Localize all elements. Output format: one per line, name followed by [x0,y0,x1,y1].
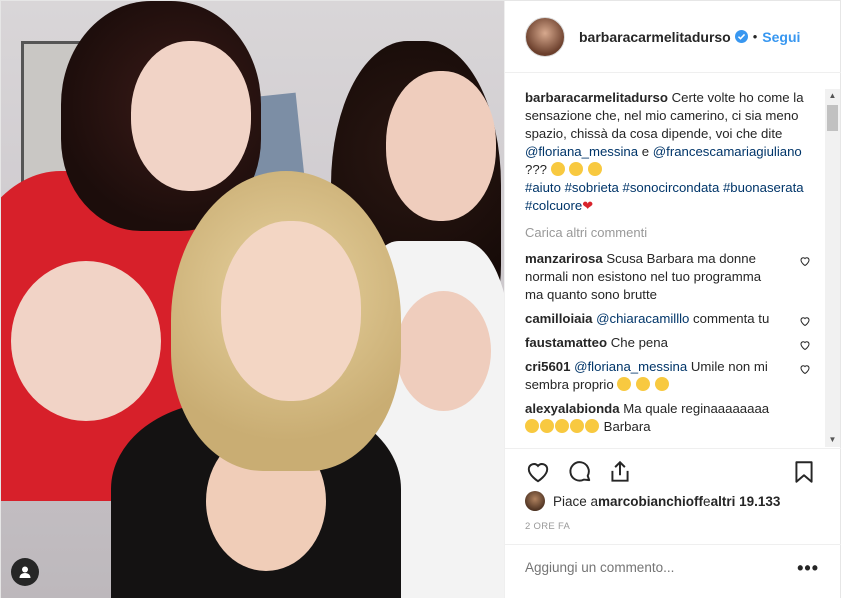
comment-username[interactable]: cri5601 [525,359,570,374]
laughing-emoji-icon [570,419,584,433]
post-photo[interactable] [1,1,504,598]
share-icon[interactable] [607,459,633,485]
post-header: barbaracarmelitadurso • Segui [505,1,841,73]
comment-icon[interactable] [567,459,593,485]
user-tag-icon[interactable] [11,558,39,586]
scroll-down-arrow-icon[interactable]: ▼ [825,433,840,447]
instagram-post: barbaracarmelitadurso • Segui barbaracar… [0,0,841,598]
post-timestamp[interactable]: 2 ORE FA [525,521,570,532]
comment-mention[interactable]: @floriana_messina [570,359,687,374]
post-side-panel: barbaracarmelitadurso • Segui barbaracar… [504,1,841,598]
more-icon[interactable]: ••• [797,558,819,579]
comment-username[interactable]: faustamatteo [525,335,607,350]
comment-like-heart-icon[interactable] [799,255,811,267]
follow-button[interactable]: Segui [762,29,800,45]
comment-item: manzarirosa Scusa Barbara ma donne norma… [525,250,811,304]
header-separator: • [752,29,758,44]
laughing-emoji-icon [585,419,599,433]
load-more-comments[interactable]: Carica altri commenti [525,225,811,240]
likes-count[interactable]: altri 19.133 [711,494,781,509]
caption-mention[interactable]: @francescamariagiuliano [653,144,802,159]
post-caption: barbaracarmelitadurso Certe volte ho com… [525,90,804,213]
laughing-emoji-icon [525,419,539,433]
laughing-emoji-icon [588,162,603,176]
comment-item: camilloiaia @chiaracamilllo commenta tu [525,310,811,328]
add-comment-input[interactable] [525,560,775,575]
add-comment-section: ••• [505,544,841,598]
comment-like-heart-icon[interactable] [799,315,811,327]
laughing-emoji-icon [617,377,632,391]
comments-list: barbaracarmelitadurso Certe volte ho com… [505,74,841,448]
post-actions [505,448,841,492]
caption-username[interactable]: barbaracarmelitadurso [525,90,668,105]
caption-hashtags[interactable]: #aiuto #sobrieta #sonocircondata #buonas… [525,180,804,213]
laughing-emoji-icon [654,377,669,391]
comment-username[interactable]: alexyalabionda [525,401,620,416]
comment-item: alexyalabionda Ma quale reginaaaaaaaa Ba… [525,401,770,434]
laughing-emoji-icon [555,419,569,433]
scrollbar-thumb[interactable] [827,105,838,131]
heart-icon[interactable] [525,459,551,485]
header-username[interactable]: barbaracarmelitadurso [579,29,731,45]
comment-item: cri5601 @floriana_messina Umile non mi s… [525,358,811,394]
comment-item: faustamatteo Che pena [525,334,811,352]
comment-like-heart-icon[interactable] [799,339,811,351]
scroll-up-arrow-icon[interactable]: ▲ [825,89,840,103]
caption-mention[interactable]: @floriana_messina [525,144,638,159]
comment-username[interactable]: manzarirosa [525,251,603,266]
comment-like-heart-icon[interactable] [799,363,811,375]
likes-summary: Piace a marcobianchioff e altri 19.133 [525,491,780,511]
laughing-emoji-icon [540,419,554,433]
comments-scrollbar[interactable]: ▲ ▼ [825,89,840,447]
comment-mention[interactable]: @chiaracamilllo [592,311,689,326]
avatar[interactable] [525,16,565,57]
verified-badge-icon [734,30,748,43]
comment-username[interactable]: camilloiaia [525,311,592,326]
liker-username[interactable]: marcobianchioff [598,494,703,509]
red-heart-icon: ❤ [582,198,594,213]
laughing-emoji-icon [569,162,584,176]
liker-avatar[interactable] [525,491,545,511]
laughing-emoji-icon [636,377,651,391]
bookmark-icon[interactable] [791,459,817,485]
laughing-emoji-icon [550,162,565,176]
